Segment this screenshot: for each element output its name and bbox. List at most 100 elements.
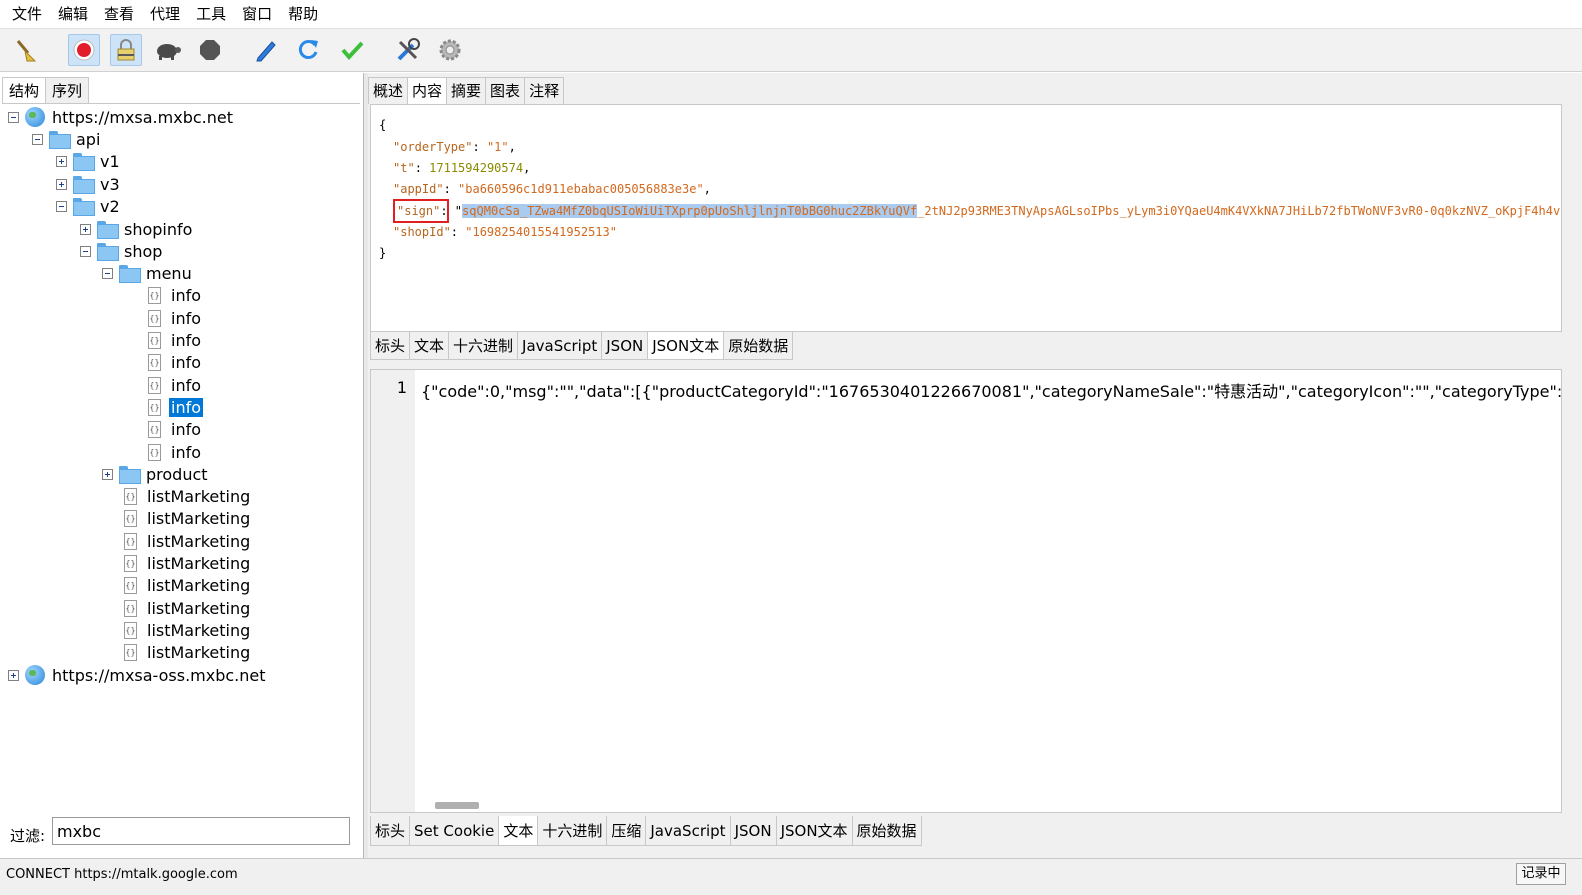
json-file-icon: {} xyxy=(148,353,161,371)
json-brace: } xyxy=(379,246,387,260)
stop-icon[interactable] xyxy=(194,34,226,66)
tab-headers[interactable]: 标头 xyxy=(370,332,411,360)
collapse-icon[interactable] xyxy=(8,111,19,123)
json-key: "t" xyxy=(393,161,415,175)
tree-node-api[interactable]: api xyxy=(32,128,102,150)
tab-summary[interactable]: 摘要 xyxy=(446,77,487,104)
tools-icon[interactable] xyxy=(392,34,424,66)
expand-icon[interactable] xyxy=(56,155,67,167)
tab-compress[interactable]: 压缩 xyxy=(606,816,647,846)
json-file-icon: {} xyxy=(148,443,161,461)
ssl-lock-icon[interactable] xyxy=(110,34,142,66)
tab-raw[interactable]: 原始数据 xyxy=(723,332,794,360)
json-file-icon: {} xyxy=(148,398,161,416)
response-text-view[interactable]: 1 {"code":0,"msg":"","data":[{"productCa… xyxy=(370,369,1562,813)
record-icon[interactable] xyxy=(68,34,100,66)
expand-icon[interactable] xyxy=(102,468,113,480)
tree-node-shopinfo[interactable]: shopinfo xyxy=(80,218,194,240)
json-file-icon: {} xyxy=(124,554,137,572)
tree-node-listmarketing[interactable]: {} listMarketing xyxy=(124,485,252,507)
tab-hex[interactable]: 十六进制 xyxy=(448,332,519,360)
refresh-icon[interactable] xyxy=(292,34,324,66)
json-brace: { xyxy=(379,118,387,132)
tree-node-info-selected[interactable]: {} info xyxy=(148,396,204,418)
menu-proxy[interactable]: 代理 xyxy=(142,0,188,28)
expand-icon[interactable] xyxy=(56,178,67,190)
tab-json-text[interactable]: JSON文本 xyxy=(775,816,853,846)
tab-text[interactable]: 文本 xyxy=(498,816,539,846)
tab-javascript[interactable]: JavaScript xyxy=(645,816,731,846)
tree-node-info[interactable]: {} info xyxy=(148,329,203,351)
tab-sequence[interactable]: 序列 xyxy=(45,77,90,103)
json-file-icon: {} xyxy=(124,599,137,617)
folder-icon xyxy=(73,176,95,194)
filter-input[interactable] xyxy=(52,817,350,845)
tree-node-v2[interactable]: v2 xyxy=(56,195,122,217)
tree-node-info[interactable]: {} info xyxy=(148,307,203,329)
tree-node-v3[interactable]: v3 xyxy=(56,173,122,195)
menu-window[interactable]: 窗口 xyxy=(234,0,280,28)
tab-raw[interactable]: 原始数据 xyxy=(851,816,922,846)
tab-json[interactable]: JSON xyxy=(729,816,777,846)
menu-view[interactable]: 查看 xyxy=(96,0,142,28)
folder-icon xyxy=(73,198,95,216)
tree-node-info[interactable]: {} info xyxy=(148,351,203,373)
folder-icon xyxy=(97,221,119,239)
settings-gear-icon[interactable] xyxy=(434,34,466,66)
collapse-icon[interactable] xyxy=(32,133,43,145)
pen-icon[interactable] xyxy=(250,34,282,66)
tree-node-listmarketing[interactable]: {} listMarketing xyxy=(124,574,252,596)
tab-overview[interactable]: 概述 xyxy=(368,77,409,104)
tree-node-listmarketing[interactable]: {} listMarketing xyxy=(124,507,252,529)
tree-node-listmarketing[interactable]: {} listMarketing xyxy=(124,619,252,641)
tree-node-listmarketing[interactable]: {} listMarketing xyxy=(124,641,252,663)
expand-icon[interactable] xyxy=(8,669,19,681)
tab-chart[interactable]: 图表 xyxy=(485,77,526,104)
request-view-tab-bar: 标头 文本 十六进制 JavaScript JSON JSON文本 原始数据 xyxy=(370,332,794,360)
turtle-icon[interactable] xyxy=(152,34,184,66)
menu-edit[interactable]: 编辑 xyxy=(50,0,96,28)
tree-node-info[interactable]: {} info xyxy=(148,284,203,306)
json-file-icon: {} xyxy=(124,643,137,661)
tree-node-info[interactable]: {} info xyxy=(148,441,203,463)
tab-contents[interactable]: 内容 xyxy=(407,77,448,104)
detail-panel: 概述 内容 摘要 图表 注释 { "orderType": "1", "t": … xyxy=(368,73,1582,858)
recording-status-button[interactable]: 记录中 xyxy=(1516,863,1566,885)
tree-node-menu[interactable]: menu xyxy=(102,262,194,284)
tree-node-info[interactable]: {} info xyxy=(148,374,203,396)
tree-node-host[interactable]: https://mxsa.mxbc.net xyxy=(8,106,235,128)
tree-node-v1[interactable]: v1 xyxy=(56,150,122,172)
tree-node-info[interactable]: {} info xyxy=(148,418,203,440)
tree-node-shop[interactable]: shop xyxy=(80,240,164,262)
tab-structure[interactable]: 结构 xyxy=(2,77,47,104)
tree-node-product[interactable]: product xyxy=(102,463,210,485)
tree-node-host[interactable]: https://mxsa-oss.mxbc.net xyxy=(8,664,268,686)
collapse-icon[interactable] xyxy=(102,267,113,279)
tab-json[interactable]: JSON xyxy=(601,332,649,360)
collapse-icon[interactable] xyxy=(80,245,91,257)
tree-node-listmarketing[interactable]: {} listMarketing xyxy=(124,552,252,574)
structure-panel: 结构 序列 https://mxsa.mxbc.net api v1 v3 v2 xyxy=(0,73,364,858)
json-value: 1711594290574 xyxy=(429,161,524,175)
tab-json-text[interactable]: JSON文本 xyxy=(647,332,725,360)
menu-tools[interactable]: 工具 xyxy=(188,0,234,28)
tab-notes[interactable]: 注释 xyxy=(524,77,565,104)
broom-icon[interactable] xyxy=(10,34,42,66)
menu-help[interactable]: 帮助 xyxy=(280,0,326,28)
json-value: "ba660596c1d911ebabac005056883e3e" xyxy=(458,182,704,196)
expand-icon[interactable] xyxy=(80,223,91,235)
tree-node-listmarketing[interactable]: {} listMarketing xyxy=(124,597,252,619)
horizontal-scrollbar[interactable] xyxy=(435,802,479,809)
tab-set-cookie[interactable]: Set Cookie xyxy=(409,816,500,846)
request-json-view[interactable]: { "orderType": "1", "t": 1711594290574, … xyxy=(370,104,1562,332)
tab-text[interactable]: 文本 xyxy=(409,332,450,360)
tab-hex[interactable]: 十六进制 xyxy=(537,816,608,846)
left-tab-bar: 结构 序列 xyxy=(2,77,90,104)
tree-node-listmarketing[interactable]: {} listMarketing xyxy=(124,530,252,552)
check-icon[interactable] xyxy=(336,34,368,66)
tab-headers[interactable]: 标头 xyxy=(370,816,411,846)
tab-javascript[interactable]: JavaScript xyxy=(517,332,603,360)
collapse-icon[interactable] xyxy=(56,200,67,212)
menu-file[interactable]: 文件 xyxy=(4,0,50,28)
globe-icon xyxy=(25,107,45,127)
